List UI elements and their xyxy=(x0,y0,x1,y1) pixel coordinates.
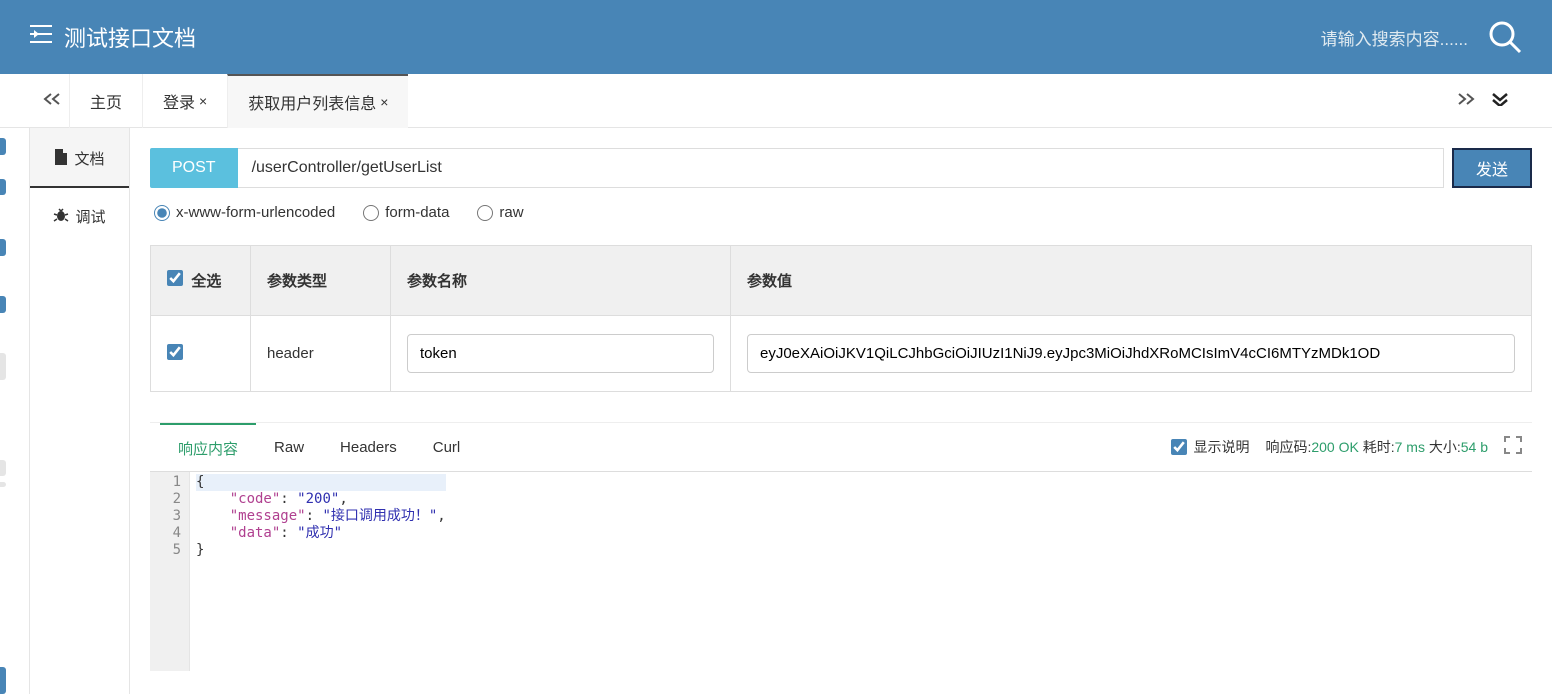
size-value: 54 b xyxy=(1461,439,1488,455)
show-desc-toggle[interactable]: 显示说明 xyxy=(1171,437,1249,457)
subnav-doc[interactable]: 文档 xyxy=(30,128,129,186)
time-label: 耗时: xyxy=(1363,439,1395,455)
left-rail xyxy=(0,128,30,694)
select-all-checkbox[interactable] xyxy=(167,270,183,286)
status-label: 响应码: xyxy=(1265,439,1311,455)
http-method-badge[interactable]: POST xyxy=(150,148,238,188)
sidebar-marker xyxy=(0,138,6,155)
subnav-debug-label: 调试 xyxy=(75,206,105,227)
resp-tab-content[interactable]: 响应内容 xyxy=(160,423,256,471)
header-name: 参数名称 xyxy=(391,246,731,316)
sidebar-marker xyxy=(0,667,6,694)
doc-icon xyxy=(54,149,68,168)
resp-tab-curl[interactable]: Curl xyxy=(415,423,479,471)
status-info: 响应码:200 OK 耗时:7 ms 大小:54 b xyxy=(1265,437,1488,457)
header-type: 参数类型 xyxy=(251,246,391,316)
body-type-formdata[interactable]: form-data xyxy=(363,204,449,221)
response-body[interactable]: { "code": "200", "message": "接口调用成功！", "… xyxy=(190,472,452,671)
tab-scroll-left-icon[interactable] xyxy=(35,90,69,111)
subnav-doc-label: 文档 xyxy=(74,148,104,169)
line-gutter: 12345 xyxy=(150,472,190,671)
param-type-cell: header xyxy=(251,316,391,392)
sidebar-marker xyxy=(0,353,6,380)
status-value: 200 OK xyxy=(1311,439,1358,455)
app-title: 测试接口文档 xyxy=(64,21,196,53)
size-label: 大小: xyxy=(1429,439,1461,455)
radio-urlencoded[interactable] xyxy=(154,205,170,221)
tab-scroll-right-icon[interactable] xyxy=(1449,90,1483,111)
tab-menu-icon[interactable] xyxy=(1483,90,1517,111)
radio-formdata[interactable] xyxy=(363,205,379,221)
search-icon[interactable] xyxy=(1488,20,1522,54)
param-value-input[interactable] xyxy=(747,334,1515,373)
expand-icon[interactable] xyxy=(1504,436,1522,459)
body-type-formdata-label: form-data xyxy=(385,204,449,221)
body-type-urlencoded[interactable]: x-www-form-urlencoded xyxy=(154,204,335,221)
url-input[interactable]: /userController/getUserList xyxy=(238,148,1444,188)
show-desc-checkbox[interactable] xyxy=(1171,439,1187,455)
param-table: 全选 参数类型 参数名称 参数值 header xyxy=(150,245,1532,392)
tab-home[interactable]: 主页 xyxy=(69,74,142,128)
time-value: 7 ms xyxy=(1395,439,1425,455)
tab-userlist-label: 获取用户列表信息 xyxy=(248,90,376,114)
close-icon[interactable]: × xyxy=(380,94,388,110)
body-type-urlencoded-label: x-www-form-urlencoded xyxy=(176,204,335,221)
param-row: header xyxy=(151,316,1532,392)
close-icon[interactable]: × xyxy=(199,93,207,109)
subnav-debug[interactable]: 调试 xyxy=(30,186,129,244)
response-editor[interactable]: 12345 { "code": "200", "message": "接口调用成… xyxy=(150,471,1532,671)
tab-login-label: 登录 xyxy=(163,89,195,113)
body-type-raw-label: raw xyxy=(499,204,523,221)
send-button[interactable]: 发送 xyxy=(1452,148,1532,188)
sidebar-marker xyxy=(0,296,6,313)
body-type-raw[interactable]: raw xyxy=(477,204,523,221)
tab-home-label: 主页 xyxy=(90,89,122,113)
header-value: 参数值 xyxy=(731,246,1532,316)
tab-userlist[interactable]: 获取用户列表信息× xyxy=(227,74,408,128)
bug-icon xyxy=(53,207,69,226)
param-row-checkbox[interactable] xyxy=(167,344,183,360)
param-name-input[interactable] xyxy=(407,334,714,373)
radio-raw[interactable] xyxy=(477,205,493,221)
sidebar-marker xyxy=(0,460,6,477)
tab-login[interactable]: 登录× xyxy=(142,74,227,128)
sidebar-marker xyxy=(0,482,6,487)
sidebar-marker xyxy=(0,179,6,196)
search-input[interactable]: 请输入搜索内容...... xyxy=(1321,25,1468,50)
sidebar-marker xyxy=(0,239,6,256)
show-desc-label: 显示说明 xyxy=(1193,437,1249,457)
resp-tab-headers[interactable]: Headers xyxy=(322,423,415,471)
menu-toggle-icon[interactable] xyxy=(30,24,52,50)
header-select-all: 全选 xyxy=(191,273,221,290)
resp-tab-raw[interactable]: Raw xyxy=(256,423,322,471)
